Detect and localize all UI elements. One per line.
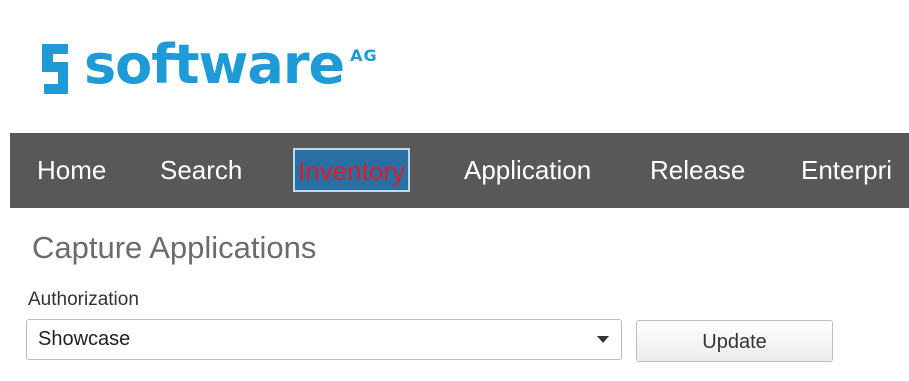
dropdown-arrow-icon xyxy=(597,336,609,343)
nav-item-enterprise[interactable]: Enterpri xyxy=(801,133,892,208)
page: software AG Home Search Inventory Applic… xyxy=(0,0,909,381)
page-title: Capture Applications xyxy=(32,230,317,265)
authorization-selected-value: Showcase xyxy=(38,328,131,350)
nav-item-application[interactable]: Application xyxy=(464,133,591,208)
nav-item-search[interactable]: Search xyxy=(160,133,242,208)
main-nav: Home Search Inventory Application Releas… xyxy=(10,133,909,208)
nav-item-home[interactable]: Home xyxy=(37,133,106,208)
brand-suffix: AG xyxy=(350,46,378,65)
brand-name: software xyxy=(84,33,345,96)
update-button[interactable]: Update xyxy=(636,320,833,362)
authorization-select[interactable]: Showcase xyxy=(26,319,622,360)
nav-item-release[interactable]: Release xyxy=(650,133,745,208)
software-ag-logo[interactable]: software AG xyxy=(38,34,378,104)
nav-item-inventory[interactable]: Inventory xyxy=(293,148,410,192)
software-ag-s-mark-icon xyxy=(42,44,68,94)
authorization-label: Authorization xyxy=(28,289,139,310)
